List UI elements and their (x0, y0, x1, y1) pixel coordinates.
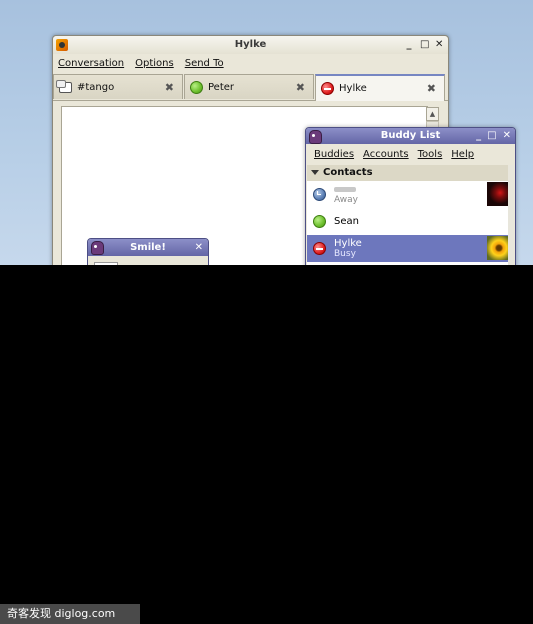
buddy-name: Hylke (334, 237, 362, 249)
smile-titlebar[interactable]: Smile! ✕ (88, 239, 208, 256)
conversation-title: Hylke (234, 39, 267, 50)
maximize-icon[interactable]: □ (420, 40, 429, 50)
buddy-list-menubar: Buddies Accounts Tools Help (306, 144, 515, 164)
menu-tools[interactable]: Tools (418, 149, 443, 160)
menu-conversation[interactable]: Conversation (58, 58, 124, 69)
scroll-up-icon[interactable]: ▲ (426, 107, 439, 121)
group-label: Contacts (323, 167, 373, 178)
window-controls: _ □ ✕ (405, 36, 444, 54)
pidgin-icon (91, 241, 104, 255)
minimize-icon[interactable]: _ (476, 128, 481, 144)
menu-send-to[interactable]: Send To (185, 58, 224, 69)
buddy-status: Busy (334, 248, 356, 259)
tab-label: Hylke (339, 83, 367, 94)
conversation-menubar: Conversation Options Send To (53, 54, 448, 72)
buddy-list-title: Buddy List (380, 130, 441, 141)
smile-preview (94, 262, 118, 265)
close-icon[interactable]: ✕ (195, 239, 203, 256)
conversation-tabs: #tango ✖ Peter ✖ Hylke ✖ (53, 74, 448, 101)
available-status-icon (190, 80, 203, 94)
smile-title: Smile! (130, 242, 166, 253)
tab-label: Peter (208, 81, 235, 93)
group-contacts[interactable]: Contacts (307, 165, 513, 181)
pidgin-icon (309, 130, 322, 144)
tab-close-icon[interactable]: ✖ (165, 81, 174, 94)
away-status-icon (313, 188, 326, 201)
buddy-name: Sean (334, 216, 359, 227)
close-icon[interactable]: ✕ (435, 40, 443, 50)
buddy-row-sean[interactable]: Sean (307, 208, 513, 235)
buddy-list-titlebar[interactable]: Buddy List _ □ ✕ (306, 128, 515, 144)
desktop: Hylke _ □ ✕ Conversation Options Send To… (0, 0, 533, 265)
tab-close-icon[interactable]: ✖ (427, 82, 436, 95)
tab-tango[interactable]: #tango ✖ (53, 74, 183, 99)
chat-icon (56, 79, 72, 93)
available-status-icon (313, 215, 326, 228)
conversation-titlebar[interactable]: Hylke _ □ ✕ (53, 36, 448, 54)
busy-status-icon (313, 242, 326, 255)
buddy-row-hylke[interactable]: Hylke Busy (307, 235, 513, 262)
blurred-buddy-name (334, 186, 356, 192)
menu-accounts[interactable]: Accounts (363, 149, 409, 160)
buddy-list: Contacts Away Sean Hylke Busy (307, 165, 513, 265)
close-icon[interactable]: ✕ (503, 128, 511, 144)
busy-status-icon (321, 82, 334, 95)
tab-close-icon[interactable]: ✖ (296, 81, 305, 94)
buddy-row-away[interactable]: Away (307, 181, 513, 208)
minimize-icon[interactable]: _ (405, 40, 413, 50)
buddy-list-scrollbar[interactable] (508, 165, 514, 265)
tab-label: #tango (77, 81, 115, 93)
expander-arrow-icon[interactable] (311, 170, 319, 175)
tab-peter[interactable]: Peter ✖ (184, 74, 314, 99)
window-controls: _ □ ✕ (476, 128, 511, 144)
smile-dialog: Smile! ✕ (87, 238, 209, 265)
buddy-list-window: Buddy List _ □ ✕ Buddies Accounts Tools … (305, 127, 516, 265)
tab-hylke[interactable]: Hylke ✖ (315, 74, 445, 101)
buddy-status: Away (334, 194, 358, 205)
watermark: 奇客发现 diglog.com (0, 604, 140, 624)
menu-options[interactable]: Options (135, 58, 174, 69)
maximize-icon[interactable]: □ (487, 128, 496, 144)
menu-buddies[interactable]: Buddies (314, 149, 354, 160)
buddy-avatar-icon (56, 39, 68, 51)
menu-help[interactable]: Help (451, 149, 474, 160)
